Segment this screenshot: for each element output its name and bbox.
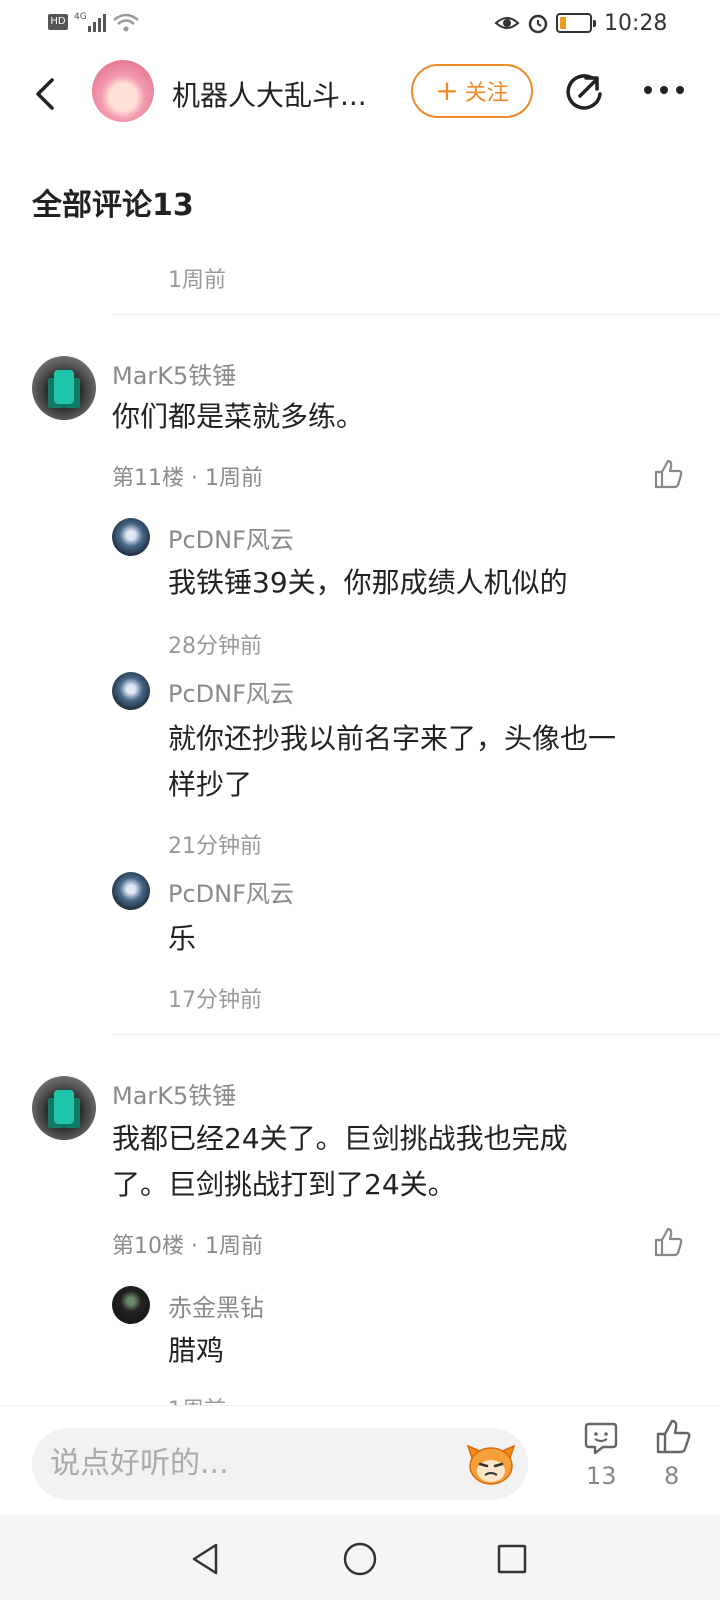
avatar[interactable]: [32, 1076, 96, 1140]
eye-icon: [494, 17, 520, 29]
header-bar: 机器人大乱斗... + 关注: [0, 52, 720, 134]
like-count: 8: [664, 1462, 680, 1490]
signal-icon: 4G: [74, 12, 108, 34]
reply-author[interactable]: PcDNF风云: [168, 874, 294, 909]
comment-text[interactable]: 你们都是菜就多练。: [112, 394, 364, 440]
comment-author[interactable]: MarK5铁锤: [112, 356, 236, 391]
share-icon[interactable]: [562, 70, 606, 114]
reply-author[interactable]: PcDNF风云: [168, 674, 294, 709]
comment-input[interactable]: 说点好听的...: [32, 1428, 528, 1500]
follow-plus-icon: +: [435, 74, 459, 107]
comment-text[interactable]: 我都已经24关了。巨剑挑战我也完成 了。巨剑挑战打到了24关。: [112, 1116, 568, 1208]
comment-count: 13: [586, 1462, 617, 1490]
reply-text-line: 样抄了: [168, 768, 253, 801]
divider: [112, 314, 720, 315]
bottom-comment-bar: 说点好听的... 13 8: [0, 1405, 720, 1516]
avatar[interactable]: [112, 872, 150, 910]
reply-time: 28分钟前: [168, 634, 262, 659]
like-icon[interactable]: [652, 458, 684, 490]
like-icon[interactable]: [654, 1418, 692, 1456]
avatar[interactable]: [112, 1286, 150, 1324]
avatar[interactable]: [112, 518, 150, 556]
wifi-icon: [113, 13, 139, 32]
reply-text[interactable]: 我铁锤39关，你那成绩人机似的: [168, 560, 568, 606]
comment-icon[interactable]: [583, 1420, 619, 1456]
status-bar: HD 4G 10:28: [0, 0, 720, 48]
reply-text-line: 就你还抄我以前名字来了，头像也一: [168, 722, 617, 755]
avatar[interactable]: [32, 356, 96, 420]
reply-author[interactable]: 赤金黑钻: [168, 1288, 264, 1323]
author-avatar[interactable]: [92, 60, 154, 122]
nav-home-icon[interactable]: [342, 1541, 378, 1577]
reply-text[interactable]: 腊鸡: [168, 1328, 224, 1374]
battery-icon: [556, 13, 596, 33]
status-time: 10:28: [604, 11, 668, 36]
hd-badge: HD: [48, 14, 68, 30]
like-icon[interactable]: [652, 1226, 684, 1258]
comments-section-title: 全部评论13: [32, 188, 194, 223]
follow-button[interactable]: + 关注: [411, 64, 533, 118]
back-icon[interactable]: [30, 74, 62, 114]
comment-input-placeholder: 说点好听的...: [50, 1446, 229, 1481]
reply-time: 1周前: [168, 268, 226, 293]
alarm-icon: [528, 14, 548, 34]
comment-meta: 第10楼 · 1周前: [112, 1234, 263, 1259]
avatar[interactable]: [112, 672, 150, 710]
reply-time: 17分钟前: [168, 988, 262, 1013]
comment-author[interactable]: MarK5铁锤: [112, 1076, 236, 1111]
comment-text-line: 我都已经24关了。巨剑挑战我也完成: [112, 1122, 568, 1155]
reply-time: 21分钟前: [168, 834, 262, 859]
comment-text-line: 了。巨剑挑战打到了24关。: [112, 1168, 456, 1201]
reply-author[interactable]: PcDNF风云: [168, 520, 294, 555]
nav-recents-icon[interactable]: [496, 1543, 528, 1575]
reply-text[interactable]: 乐: [168, 916, 196, 962]
divider: [112, 1034, 720, 1035]
emoji-icon[interactable]: [466, 1440, 516, 1486]
nav-back-icon[interactable]: [188, 1541, 222, 1577]
follow-label: 关注: [464, 81, 509, 106]
post-title[interactable]: 机器人大乱斗...: [172, 74, 367, 114]
system-nav-bar: [0, 1515, 720, 1600]
more-icon[interactable]: [640, 82, 688, 98]
reply-text[interactable]: 就你还抄我以前名字来了，头像也一 样抄了: [168, 716, 616, 808]
comment-meta: 第11楼 · 1周前: [112, 466, 263, 491]
